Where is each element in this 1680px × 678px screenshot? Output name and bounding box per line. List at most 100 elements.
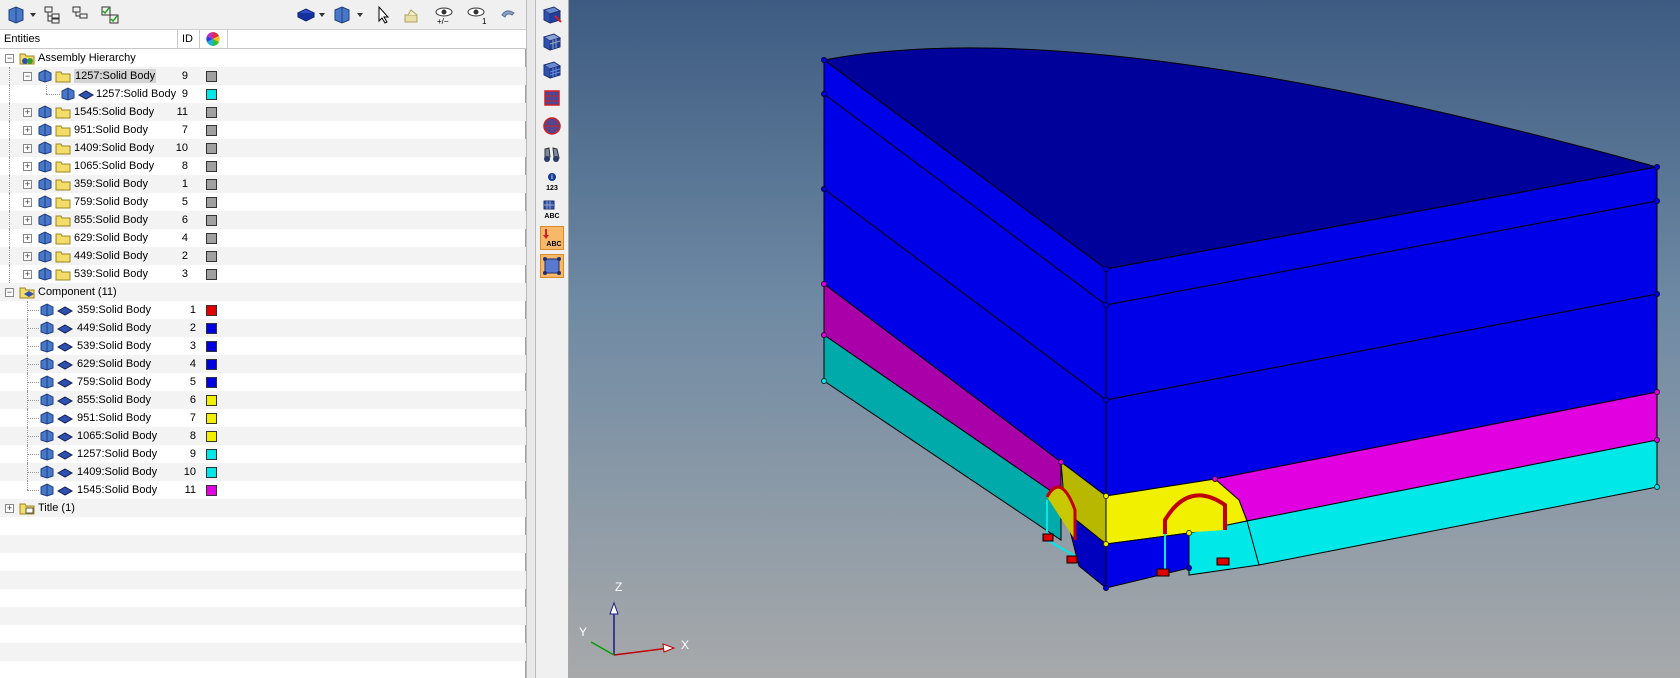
component-row[interactable]: 1409:Solid Body 10: [0, 463, 526, 481]
dropdown-caret-icon[interactable]: [30, 12, 36, 18]
entity-name-icon[interactable]: ABC: [540, 198, 564, 222]
component-row[interactable]: 951:Solid Body 7: [0, 409, 526, 427]
color-swatch[interactable]: [206, 179, 217, 190]
dropdown-caret-icon[interactable]: [357, 12, 363, 18]
bounding-box-icon[interactable]: [540, 254, 564, 278]
component-icon: [39, 303, 55, 317]
assembly-hierarchy-node[interactable]: − Assembly Hierarchy: [0, 49, 526, 67]
color-swatch[interactable]: [206, 215, 217, 226]
assembly-row[interactable]: +1545:Solid Body 11: [0, 103, 526, 121]
color-swatch[interactable]: [206, 125, 217, 136]
mesh-edges-icon[interactable]: [540, 86, 564, 110]
id-column-header[interactable]: ID: [178, 30, 200, 49]
expand-toggle[interactable]: +: [23, 126, 32, 135]
color-swatch[interactable]: [206, 431, 217, 442]
expand-toggle[interactable]: +: [23, 162, 32, 171]
color-swatch[interactable]: [206, 197, 217, 208]
assembly-row[interactable]: 1257:Solid Body 9: [0, 85, 526, 103]
assembly-row[interactable]: +359:Solid Body 1: [0, 175, 526, 193]
color-swatch[interactable]: [206, 449, 217, 460]
assembly-row[interactable]: +759:Solid Body 5: [0, 193, 526, 211]
mesh-view-icon[interactable]: [540, 3, 564, 27]
color-swatch[interactable]: [206, 467, 217, 478]
mesh-circle-icon[interactable]: [540, 114, 564, 138]
color-swatch[interactable]: [206, 269, 217, 280]
color-swatch[interactable]: [206, 233, 217, 244]
hierarchy-expand-icon[interactable]: [68, 4, 92, 26]
color-swatch[interactable]: [206, 485, 217, 496]
entity-id: 5: [181, 196, 188, 208]
component-color-icon[interactable]: [330, 4, 354, 26]
expand-toggle[interactable]: +: [23, 198, 32, 207]
color-swatch[interactable]: [206, 71, 217, 82]
assembly-row[interactable]: +1065:Solid Body 8: [0, 157, 526, 175]
assembly-label: 449:Solid Body: [74, 250, 148, 262]
component-icon: [37, 69, 53, 83]
assembly-row[interactable]: +855:Solid Body 6: [0, 211, 526, 229]
label-position-icon[interactable]: ABC: [540, 226, 564, 250]
expand-toggle[interactable]: +: [23, 270, 32, 279]
component-view-icon[interactable]: [4, 4, 28, 26]
color-swatch[interactable]: [206, 413, 217, 424]
component-group-node[interactable]: − Component (11): [0, 283, 526, 301]
component-row[interactable]: 855:Solid Body 6: [0, 391, 526, 409]
undo-icon[interactable]: [496, 4, 520, 26]
color-swatch[interactable]: [206, 341, 217, 352]
entity-id: 11: [176, 106, 188, 118]
component-row[interactable]: 539:Solid Body 3: [0, 337, 526, 355]
component-row[interactable]: 759:Solid Body 5: [0, 373, 526, 391]
select-cursor-icon[interactable]: [372, 4, 396, 26]
assembly-row[interactable]: +539:Solid Body 3: [0, 265, 526, 283]
component-icon: [37, 123, 53, 137]
title-group-node[interactable]: + Title (1): [0, 499, 526, 517]
component-row[interactable]: 1545:Solid Body 11: [0, 481, 526, 499]
color-swatch[interactable]: [206, 251, 217, 262]
expand-toggle[interactable]: +: [5, 504, 14, 513]
dropdown-caret-icon[interactable]: [319, 12, 325, 18]
component-row[interactable]: 1065:Solid Body 8: [0, 427, 526, 445]
color-swatch[interactable]: [206, 107, 217, 118]
hierarchy-check-icon[interactable]: [98, 4, 122, 26]
color-swatch[interactable]: [206, 89, 217, 100]
color-column-header[interactable]: [200, 30, 228, 49]
hierarchy-collapse-icon[interactable]: [40, 4, 64, 26]
component-row[interactable]: 359:Solid Body 1: [0, 301, 526, 319]
expand-toggle[interactable]: −: [23, 72, 32, 81]
entities-column-header[interactable]: Entities: [0, 30, 178, 49]
expand-toggle[interactable]: +: [23, 216, 32, 225]
expand-toggle[interactable]: −: [5, 288, 14, 297]
graphics-viewport[interactable]: Z X Y: [569, 0, 1680, 678]
expand-toggle[interactable]: +: [23, 234, 32, 243]
component-row[interactable]: 629:Solid Body 4: [0, 355, 526, 373]
binoculars-icon[interactable]: [540, 142, 564, 166]
component-row[interactable]: 449:Solid Body 2: [0, 319, 526, 337]
expand-toggle[interactable]: +: [23, 180, 32, 189]
shaded-mesh-icon[interactable]: [540, 58, 564, 82]
assembly-row[interactable]: − 1257:Solid Body 9: [0, 67, 526, 85]
color-swatch[interactable]: [206, 323, 217, 334]
color-swatch[interactable]: [206, 395, 217, 406]
assembly-row[interactable]: +951:Solid Body 7: [0, 121, 526, 139]
color-swatch[interactable]: [206, 143, 217, 154]
panel-splitter[interactable]: [526, 0, 536, 678]
color-swatch[interactable]: [206, 161, 217, 172]
assembly-row[interactable]: +449:Solid Body 2: [0, 247, 526, 265]
expand-toggle[interactable]: +: [23, 144, 32, 153]
solid-display-icon[interactable]: [294, 4, 318, 26]
color-swatch[interactable]: [206, 377, 217, 388]
visibility-toggle-icon[interactable]: [400, 4, 424, 26]
color-swatch[interactable]: [206, 305, 217, 316]
component-row[interactable]: 1257:Solid Body 9: [0, 445, 526, 463]
expand-toggle[interactable]: +: [23, 108, 32, 117]
color-swatch[interactable]: [206, 359, 217, 370]
component-icon: [37, 159, 53, 173]
assembly-row[interactable]: +1409:Solid Body 10: [0, 139, 526, 157]
expand-toggle[interactable]: −: [5, 54, 14, 63]
solid-body-icon: [57, 411, 73, 425]
entity-id-icon[interactable]: i 123: [540, 170, 564, 194]
assembly-row[interactable]: +629:Solid Body 4: [0, 229, 526, 247]
mesh-grid-icon[interactable]: [540, 30, 564, 54]
entity-id: 9: [189, 448, 196, 460]
assembly-folder-icon: [19, 51, 35, 65]
expand-toggle[interactable]: +: [23, 252, 32, 261]
